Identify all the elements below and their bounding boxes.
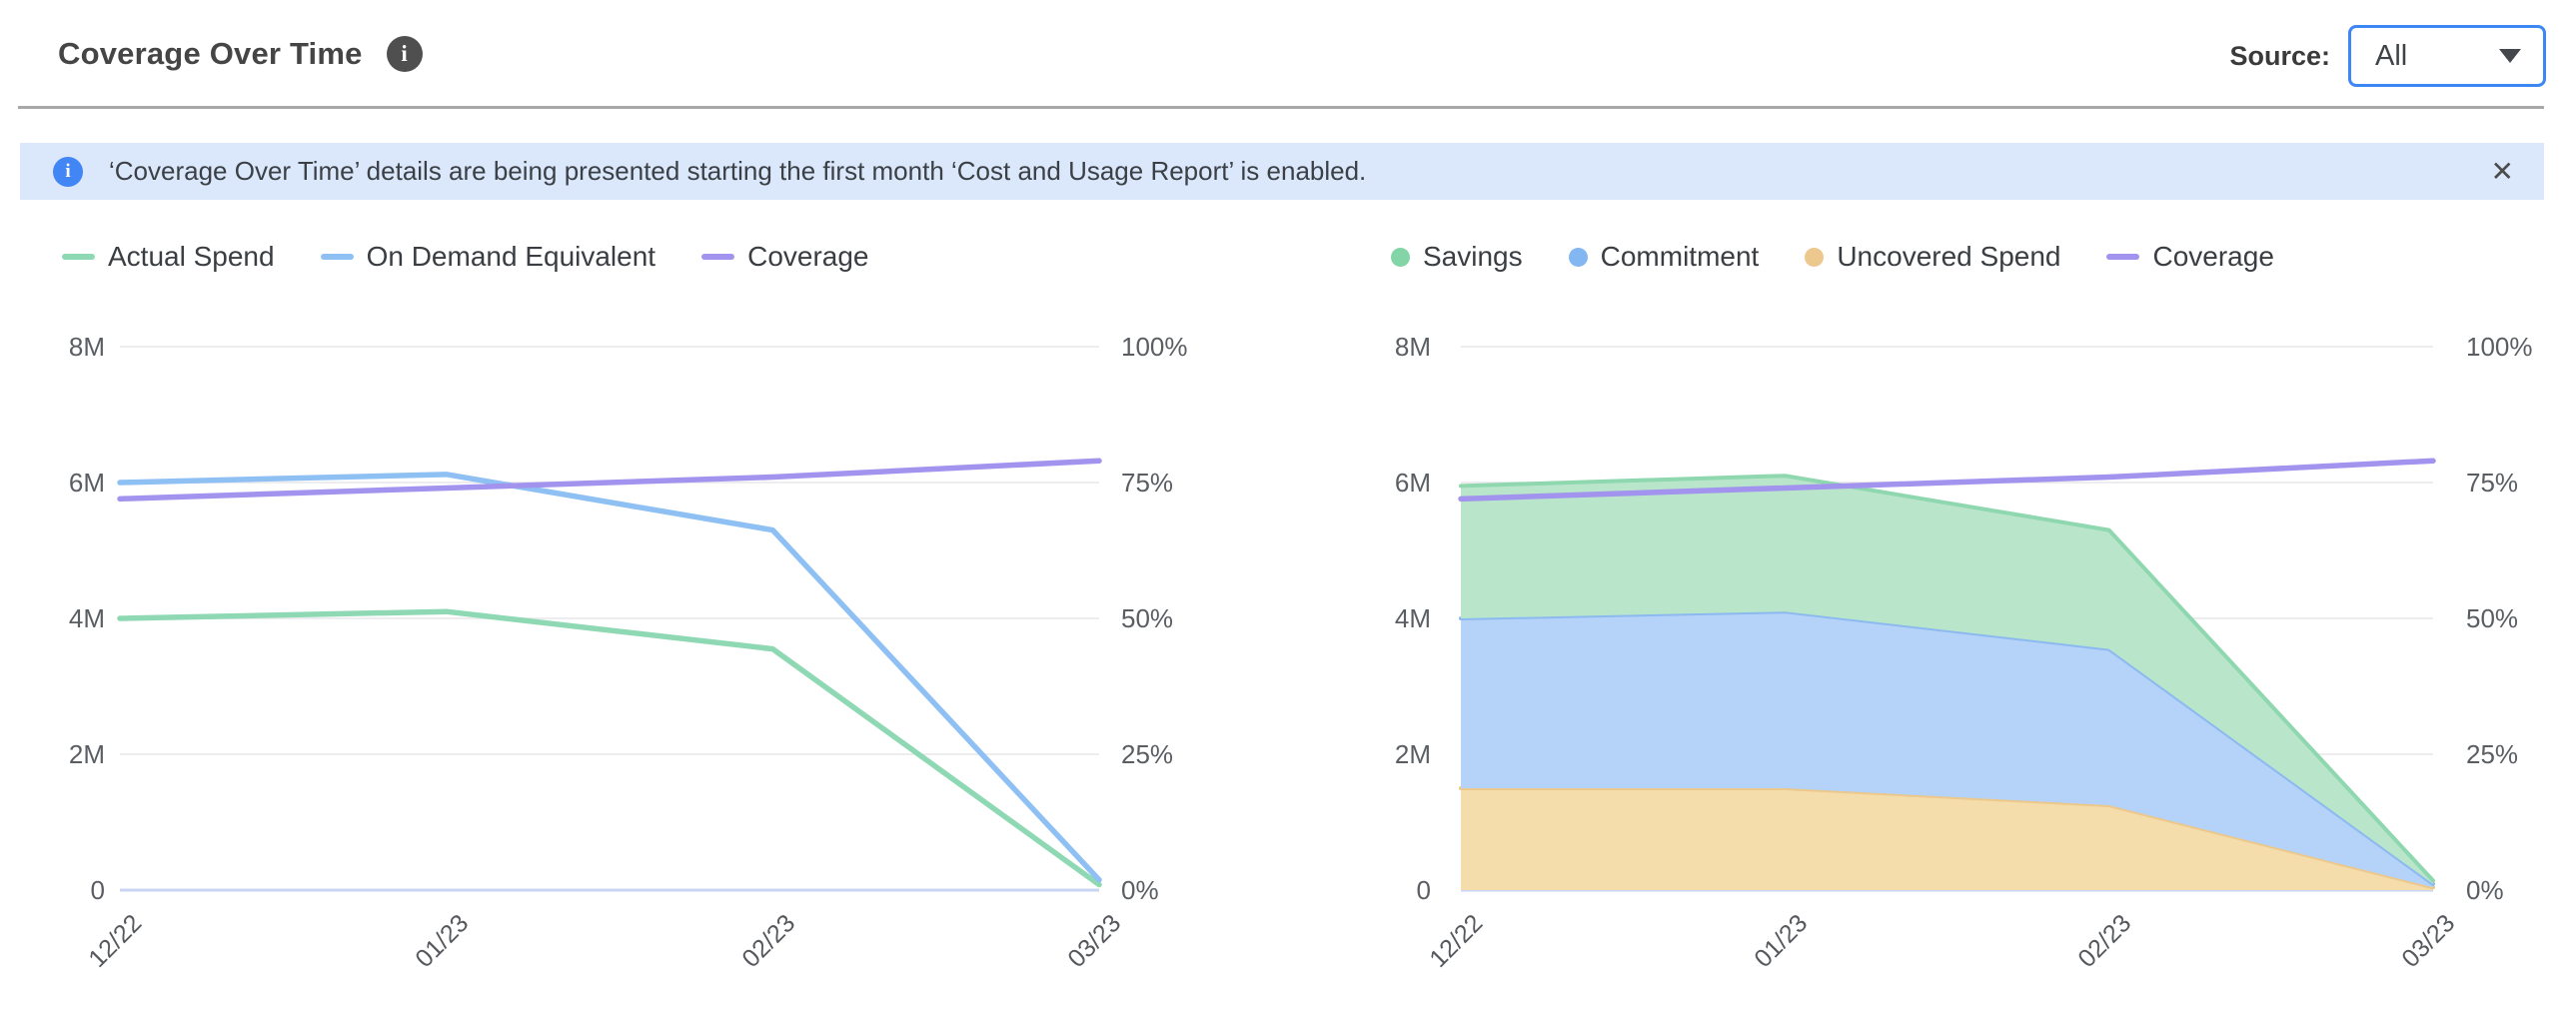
coverage-over-time-panel: Coverage Over Time i Source: All i ‘Cove…	[0, 0, 2576, 1015]
legend-label: Commitment	[1601, 241, 1760, 273]
y-axis-label: 8M	[0, 332, 105, 362]
source-label: Source:	[2229, 41, 2330, 72]
x-axis-label: 03/23	[2397, 909, 2461, 973]
info-banner: i ‘Coverage Over Time’ details are being…	[20, 143, 2544, 200]
legend-label: On Demand Equivalent	[367, 241, 656, 273]
legend-label: Coverage	[747, 241, 868, 273]
x-axis-label: 01/23	[410, 909, 474, 973]
legend-line-swatch	[2106, 254, 2139, 260]
y-axis-label: 0	[0, 875, 105, 905]
banner-info-icon: i	[53, 157, 83, 187]
y-axis-percent-label: 0%	[2466, 875, 2504, 905]
close-icon[interactable]: ✕	[2491, 158, 2514, 186]
legend-item-uncovered-spend[interactable]: Uncovered Spend	[1805, 241, 2060, 273]
y-axis-percent-label: 50%	[1121, 603, 1173, 633]
y-axis-percent-label: 100%	[2466, 332, 2533, 362]
y-axis-percent-label: 0%	[1121, 875, 1159, 905]
y-axis-label: 4M	[1319, 603, 1431, 633]
y-axis-percent-label: 75%	[1121, 468, 1173, 498]
coverage-breakdown-area-chart: 8M 100% 6M 75% 4M 50% 2M 25% 0 0% 12/22 01/23 02/23 0…	[1319, 320, 2576, 1009]
y-axis-percent-label: 50%	[2466, 603, 2518, 633]
y-axis-label: 6M	[1319, 468, 1431, 498]
legend-item-savings[interactable]: Savings	[1391, 241, 1523, 273]
y-axis-percent-label: 25%	[1121, 739, 1173, 769]
page-title: Coverage Over Time	[58, 36, 363, 72]
legend-item-actual-spend[interactable]: Actual Spend	[62, 241, 275, 273]
x-axis-label: 01/23	[1749, 909, 1813, 973]
y-axis-percent-label: 75%	[2466, 468, 2518, 498]
x-axis-label: 12/22	[1425, 909, 1489, 973]
chart-plot-area[interactable]	[1458, 330, 2436, 914]
source-select[interactable]: All	[2348, 25, 2546, 87]
banner-text: ‘Coverage Over Time’ details are being p…	[109, 156, 2465, 187]
x-axis-label: 12/22	[84, 909, 148, 973]
spend-coverage-line-chart: 8M 100% 6M 75% 4M 50% 2M 25% 0 0% 12/22 01/23 02/23 0…	[0, 320, 1299, 1009]
legend-label: Savings	[1423, 241, 1523, 273]
legend-dot-swatch	[1805, 248, 1824, 267]
source-select-value: All	[2375, 40, 2407, 73]
header-divider	[18, 106, 2544, 109]
chart-plot-area[interactable]	[117, 330, 1102, 914]
breakdown-chart-legend: Savings Commitment Uncovered Spend Cover…	[1391, 241, 2274, 273]
legend-label: Coverage	[2152, 241, 2273, 273]
legend-line-swatch	[701, 254, 734, 260]
legend-dot-swatch	[1569, 248, 1588, 267]
legend-line-swatch	[321, 254, 354, 260]
y-axis-label: 2M	[0, 739, 105, 769]
y-axis-label: 6M	[0, 468, 105, 498]
legend-label: Actual Spend	[108, 241, 275, 273]
x-axis-label: 02/23	[736, 909, 800, 973]
legend-item-coverage[interactable]: Coverage	[2106, 241, 2273, 273]
x-axis-label: 03/23	[1063, 909, 1127, 973]
source-control: Source: All	[2229, 25, 2546, 87]
y-axis-label: 2M	[1319, 739, 1431, 769]
legend-label: Uncovered Spend	[1837, 241, 2060, 273]
spend-chart-legend: Actual Spend On Demand Equivalent Covera…	[62, 241, 869, 273]
legend-item-coverage[interactable]: Coverage	[701, 241, 868, 273]
chevron-down-icon	[2499, 49, 2521, 63]
y-axis-label: 4M	[0, 603, 105, 633]
y-axis-label: 8M	[1319, 332, 1431, 362]
panel-header: Coverage Over Time i	[58, 36, 423, 72]
legend-item-commitment[interactable]: Commitment	[1569, 241, 1760, 273]
x-axis-label: 02/23	[2072, 909, 2136, 973]
y-axis-label: 0	[1319, 875, 1431, 905]
legend-item-on-demand-equivalent[interactable]: On Demand Equivalent	[321, 241, 656, 273]
y-axis-percent-label: 100%	[1121, 332, 1188, 362]
legend-dot-swatch	[1391, 248, 1410, 267]
info-icon[interactable]: i	[387, 36, 423, 72]
legend-line-swatch	[62, 254, 95, 260]
y-axis-percent-label: 25%	[2466, 739, 2518, 769]
